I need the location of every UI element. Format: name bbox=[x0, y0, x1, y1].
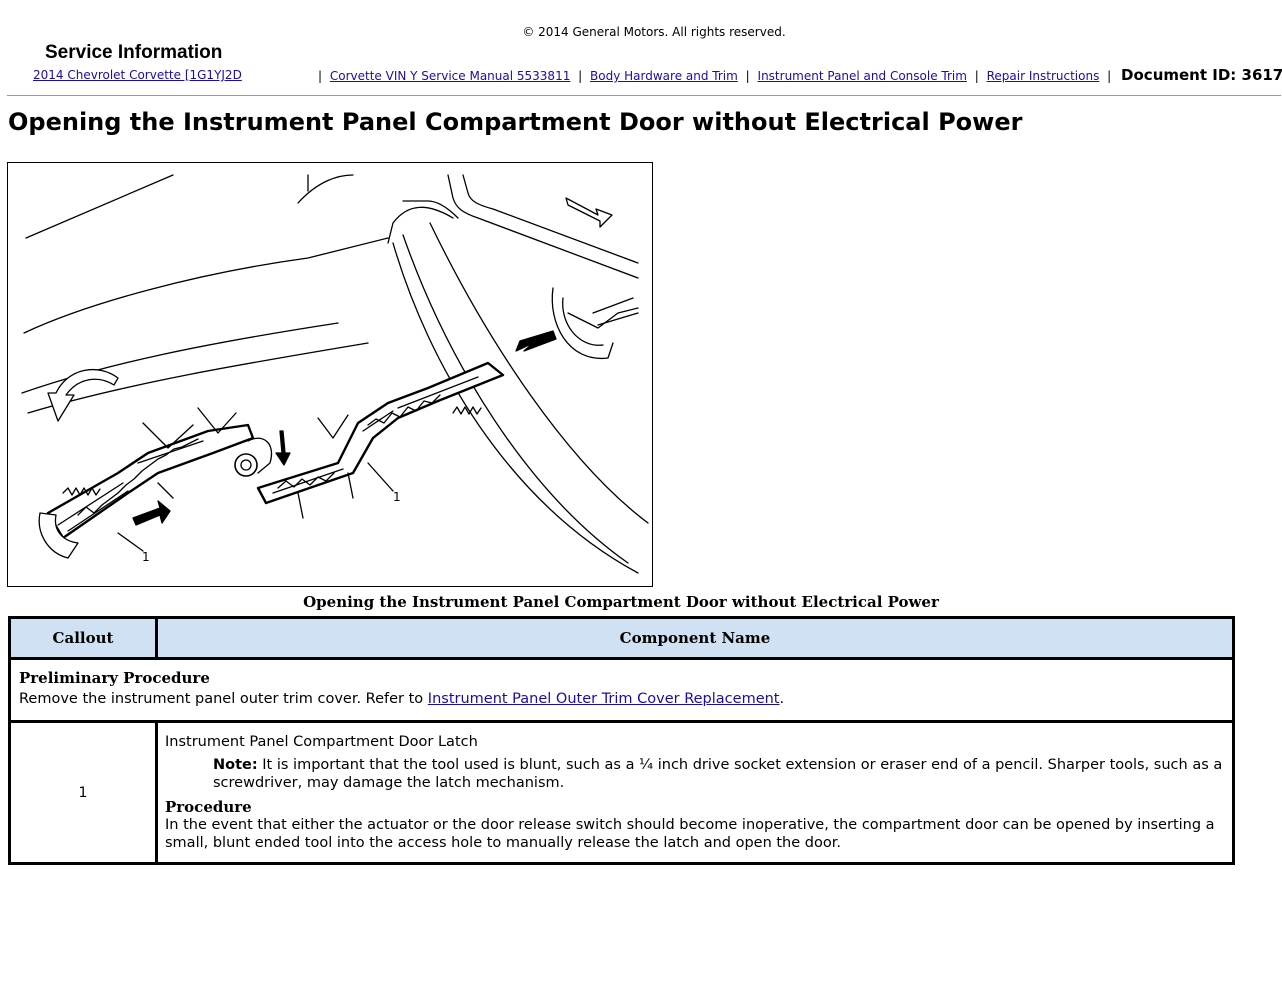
breadcrumb-service-manual[interactable]: Corvette VIN Y Service Manual 5533811 bbox=[330, 69, 570, 83]
breadcrumb-repair-instructions[interactable]: Repair Instructions bbox=[987, 69, 1100, 83]
preliminary-row: Preliminary Procedure Remove the instrum… bbox=[8, 657, 1235, 723]
preliminary-procedure-title: Preliminary Procedure bbox=[19, 669, 210, 687]
note-text: Note: It is important that the tool used… bbox=[213, 757, 1223, 791]
latch-illustration: 1 1 bbox=[7, 162, 653, 587]
callout-table: Callout Component Name Preliminary Proce… bbox=[8, 616, 1235, 865]
callout-label-1b: 1 bbox=[142, 550, 150, 564]
figure-caption: Opening the Instrument Panel Compartment… bbox=[303, 593, 939, 611]
table-row: 1 Instrument Panel Compartment Door Latc… bbox=[8, 720, 1235, 865]
callout-number: 1 bbox=[8, 720, 158, 865]
service-information-title: Service Information bbox=[45, 42, 223, 63]
header-divider bbox=[7, 95, 1281, 96]
callout-column-header: Callout bbox=[8, 616, 158, 660]
component-name: Instrument Panel Compartment Door Latch bbox=[165, 734, 478, 750]
copyright-text: © 2014 General Motors. All rights reserv… bbox=[522, 25, 786, 39]
document-id: Document ID: 3617489 bbox=[1121, 66, 1282, 84]
procedure-title: Procedure bbox=[165, 798, 252, 816]
preliminary-procedure-text: Remove the instrument panel outer trim c… bbox=[19, 691, 785, 707]
note-label: Note: bbox=[213, 757, 258, 773]
outer-trim-cover-link[interactable]: Instrument Panel Outer Trim Cover Replac… bbox=[428, 691, 780, 707]
page-title: Opening the Instrument Panel Compartment… bbox=[8, 108, 1023, 136]
table-header-row: Callout Component Name bbox=[8, 616, 1235, 660]
procedure-text: In the event that either the actuator or… bbox=[165, 817, 1215, 851]
breadcrumb-instrument-panel[interactable]: Instrument Panel and Console Trim bbox=[758, 69, 967, 83]
breadcrumb: | Corvette VIN Y Service Manual 5533811 … bbox=[314, 66, 1282, 84]
callout-label-1a: 1 bbox=[393, 490, 401, 504]
vehicle-link[interactable]: 2014 Chevrolet Corvette [1G1YJ2D bbox=[33, 68, 242, 82]
breadcrumb-body-hardware[interactable]: Body Hardware and Trim bbox=[590, 69, 738, 83]
component-column-header: Component Name bbox=[155, 616, 1235, 660]
